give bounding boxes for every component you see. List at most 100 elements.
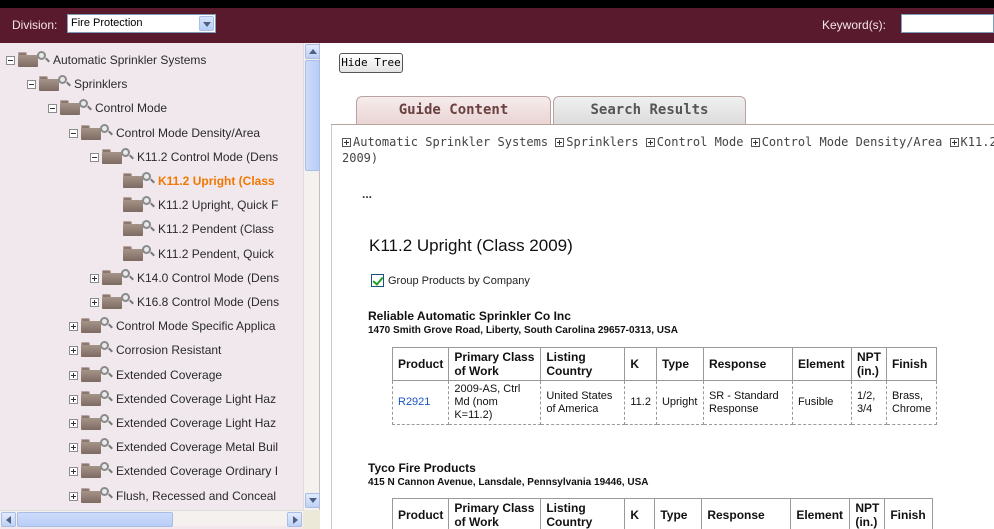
magnifier-icon[interactable] — [99, 413, 113, 427]
expand-icon[interactable] — [949, 138, 959, 147]
expand-icon[interactable] — [90, 273, 99, 283]
product-link[interactable]: R2921 — [391, 380, 450, 425]
breadcrumb-item[interactable]: K11.2 Co — [961, 135, 994, 149]
tree-node-label[interactable]: K11.2 Upright (Class — [158, 174, 275, 188]
company-address: 415 N Cannon Avenue, Lansdale, Pennsylva… — [368, 477, 649, 488]
folder-icon — [123, 221, 143, 237]
column-header: K — [624, 347, 657, 381]
table-cell: 1/2, 3/4 — [850, 380, 887, 425]
magnifier-icon[interactable] — [99, 365, 113, 379]
tree-node-label[interactable]: Extended Coverage Light Haz — [116, 392, 276, 406]
division-select[interactable]: Fire Protection — [67, 14, 216, 33]
column-header: Finish — [884, 498, 934, 529]
magnifier-icon[interactable] — [120, 268, 134, 282]
scroll-down-button[interactable] — [305, 493, 320, 508]
page-title: K11.2 Upright (Class 2009) — [369, 236, 573, 255]
magnifier-icon[interactable] — [78, 98, 92, 112]
tree-vertical-scrollbar[interactable] — [303, 43, 320, 510]
expand-icon[interactable] — [90, 298, 99, 307]
expand-icon[interactable] — [69, 467, 78, 477]
window-top-border — [0, 0, 994, 8]
expand-icon[interactable] — [555, 138, 565, 147]
folder-icon — [81, 342, 101, 358]
magnifier-icon[interactable] — [99, 486, 113, 500]
tree-node-label[interactable]: K14.0 Control Mode (Dens — [137, 271, 279, 285]
magnifier-icon[interactable] — [99, 316, 113, 330]
table-cell: 2009-AS, Ctrl Md (nom K=11.2) — [448, 380, 542, 425]
expand-icon[interactable] — [750, 138, 760, 147]
chevron-down-icon[interactable] — [199, 16, 214, 31]
category-tree: Automatic Sprinkler Systems Sprinklers Con… — [0, 43, 303, 510]
magnifier-icon[interactable] — [99, 461, 113, 475]
scroll-thumb[interactable] — [305, 60, 320, 171]
tree-node-label[interactable]: Control Mode — [95, 101, 167, 115]
expand-icon[interactable] — [69, 419, 78, 428]
tree-node-label[interactable]: Sprinklers — [74, 77, 127, 91]
column-header: Element — [790, 498, 851, 529]
hide-tree-button[interactable]: Hide Tree — [339, 53, 403, 73]
keyword-input[interactable] — [901, 14, 994, 33]
folder-icon — [81, 366, 101, 382]
folder-icon — [123, 197, 143, 213]
magnifier-icon[interactable] — [99, 389, 113, 403]
group-products-label: Group Products by Company — [388, 275, 530, 287]
collapse-icon[interactable] — [90, 152, 99, 162]
tab-guide-content[interactable]: Guide Content — [356, 96, 551, 124]
magnifier-icon[interactable] — [141, 195, 155, 209]
tree-node-label[interactable]: Extended Coverage Ordinary I — [116, 464, 278, 478]
tree-node-label[interactable]: Extended Coverage Light Haz — [116, 416, 276, 430]
expand-icon[interactable] — [69, 322, 78, 332]
magnifier-icon[interactable] — [120, 292, 134, 306]
collapse-icon[interactable] — [48, 104, 57, 114]
group-products-checkbox[interactable] — [371, 274, 384, 287]
tree-node-label[interactable]: Control Mode Specific Applica — [116, 319, 275, 333]
horizontal-scroll-thumb[interactable] — [17, 512, 173, 527]
tree-node-label[interactable]: Control Mode Density/Area — [116, 126, 260, 140]
tree-node-label[interactable]: K16.8 Control Mode (Dens — [137, 295, 279, 309]
scroll-up-button[interactable] — [305, 44, 320, 59]
expand-icon[interactable] — [645, 138, 655, 147]
column-header: Finish — [885, 347, 938, 381]
content-panel: Hide Tree Guide Content Search Results A… — [321, 43, 994, 529]
expand-icon[interactable] — [69, 394, 78, 404]
tree-node-label[interactable]: Automatic Sprinkler Systems — [53, 53, 206, 67]
tree-node-label[interactable]: Extended Coverage Metal Buil — [116, 440, 278, 454]
magnifier-icon[interactable] — [141, 219, 155, 233]
scroll-right-button[interactable] — [287, 512, 302, 527]
magnifier-icon[interactable] — [99, 123, 113, 137]
magnifier-icon[interactable] — [36, 50, 50, 64]
tree-node-label[interactable]: K11.2 Control Mode (Dens — [137, 150, 278, 164]
magnifier-icon[interactable] — [57, 74, 71, 88]
expand-icon[interactable] — [69, 443, 78, 453]
tree-node-label[interactable]: Extended Coverage — [116, 368, 222, 382]
magnifier-icon[interactable] — [99, 437, 113, 451]
tree-horizontal-scrollbar[interactable] — [0, 510, 303, 527]
scroll-left-button[interactable] — [1, 512, 16, 527]
tree-node-label[interactable]: K11.2 Upright, Quick F — [158, 198, 279, 212]
expand-icon[interactable] — [342, 138, 351, 147]
tree-node-label[interactable]: K11.2 Pendent, Quick — [158, 247, 274, 261]
tree-node-label[interactable]: Corrosion Resistant — [116, 343, 221, 357]
folder-icon — [39, 76, 59, 92]
collapse-icon[interactable] — [6, 56, 15, 65]
magnifier-icon[interactable] — [99, 340, 113, 354]
magnifier-icon[interactable] — [120, 147, 134, 161]
tree-node-label[interactable]: K11.2 Pendent (Class — [158, 222, 274, 236]
column-header: Type — [654, 498, 703, 529]
table-cell: Upright — [655, 380, 704, 425]
magnifier-icon[interactable] — [141, 244, 155, 258]
tree-node-label[interactable]: Flush, Recessed and Conceal — [116, 489, 276, 503]
expand-icon[interactable] — [69, 370, 78, 380]
breadcrumb-item[interactable]: Control Mode — [657, 135, 751, 149]
collapse-icon[interactable] — [69, 128, 78, 138]
expand-icon[interactable] — [69, 491, 78, 501]
breadcrumb-item[interactable]: Sprinklers — [566, 135, 645, 149]
collapse-icon[interactable] — [27, 80, 36, 90]
breadcrumb-item[interactable]: Automatic Sprinkler Systems — [353, 135, 555, 149]
folder-icon — [81, 390, 101, 406]
tab-search-results[interactable]: Search Results — [553, 96, 746, 124]
breadcrumb-item[interactable]: Control Mode Density/Area — [762, 135, 950, 149]
magnifier-icon[interactable] — [141, 171, 155, 185]
expand-icon[interactable] — [69, 346, 78, 356]
folder-icon — [102, 294, 122, 309]
